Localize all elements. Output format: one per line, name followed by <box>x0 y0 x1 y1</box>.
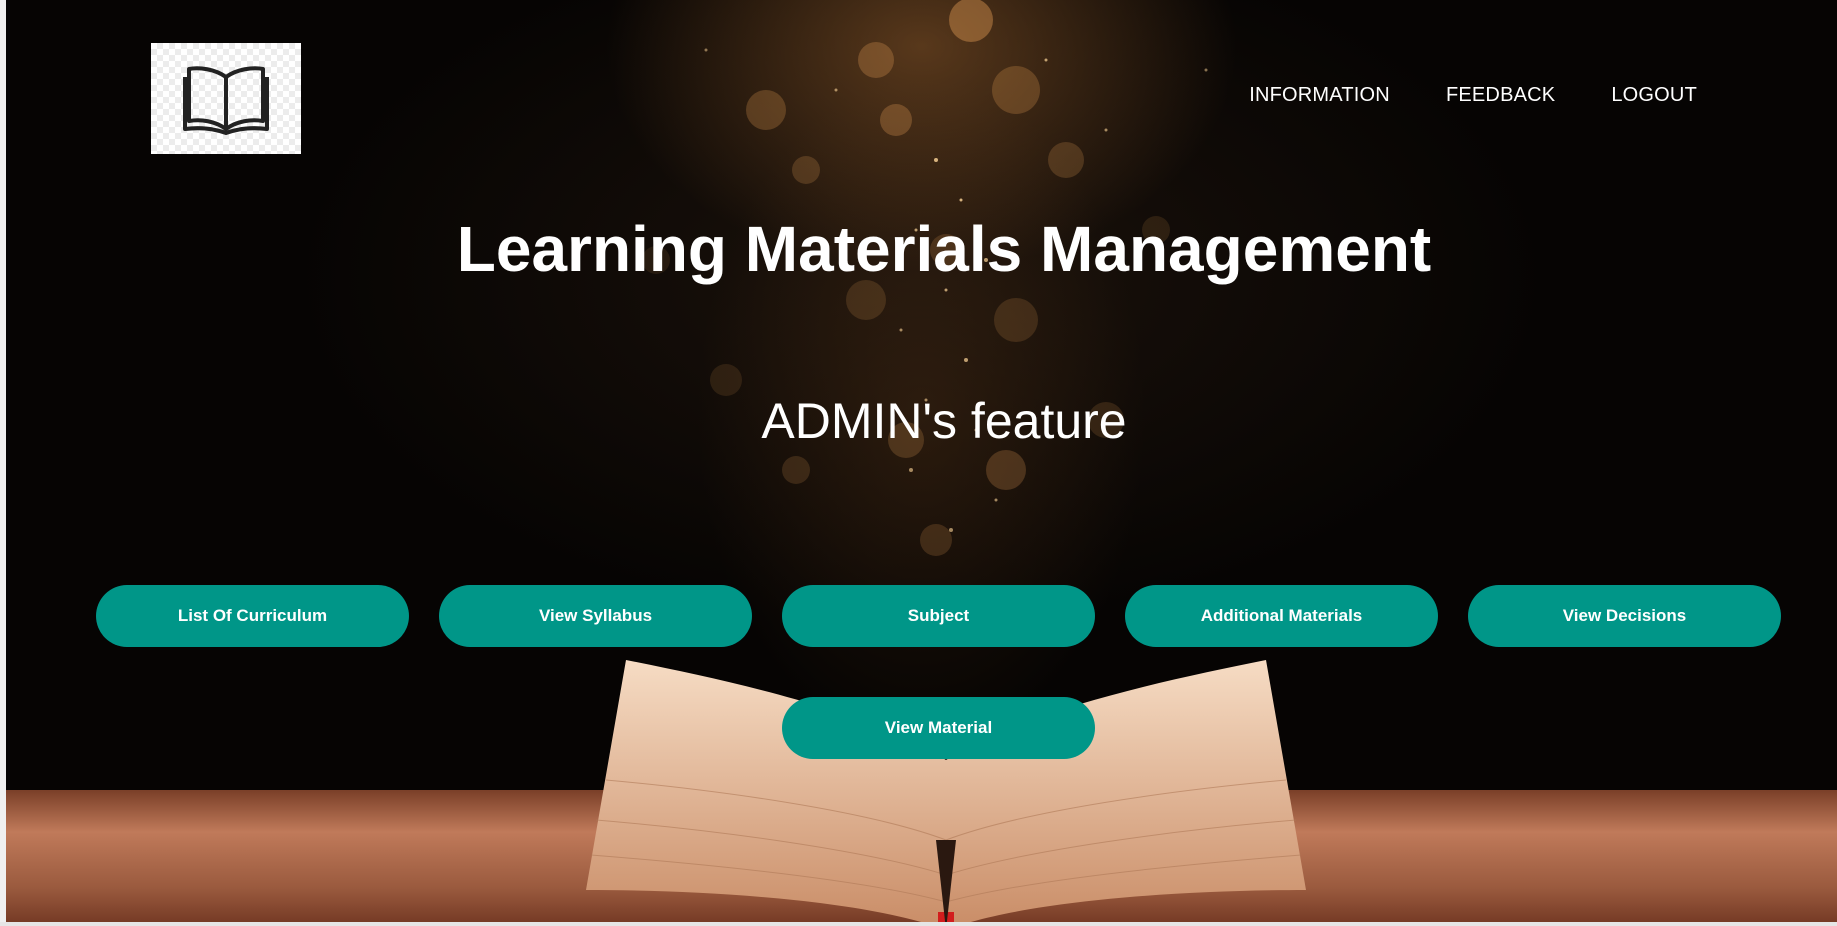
view-material-button[interactable]: View Material <box>782 697 1095 759</box>
open-book-image <box>586 660 1306 922</box>
logo[interactable] <box>151 43 301 154</box>
top-nav: INFORMATION FEEDBACK LOGOUT <box>1249 84 1697 107</box>
nav-information[interactable]: INFORMATION <box>1249 84 1390 107</box>
window-bottom-edge <box>0 922 1837 926</box>
nav-logout[interactable]: LOGOUT <box>1611 84 1697 107</box>
subject-button[interactable]: Subject <box>782 585 1095 647</box>
view-syllabus-button[interactable]: View Syllabus <box>439 585 752 647</box>
page-subtitle: ADMIN's feature <box>761 393 1127 449</box>
open-book-icon <box>183 65 269 135</box>
page-background: INFORMATION FEEDBACK LOGOUT Learning Mat… <box>6 0 1837 922</box>
list-of-curriculum-button[interactable]: List Of Curriculum <box>96 585 409 647</box>
page-title: Learning Materials Management <box>456 213 1432 285</box>
view-decisions-button[interactable]: View Decisions <box>1468 585 1781 647</box>
additional-materials-button[interactable]: Additional Materials <box>1125 585 1438 647</box>
nav-feedback[interactable]: FEEDBACK <box>1446 84 1555 107</box>
